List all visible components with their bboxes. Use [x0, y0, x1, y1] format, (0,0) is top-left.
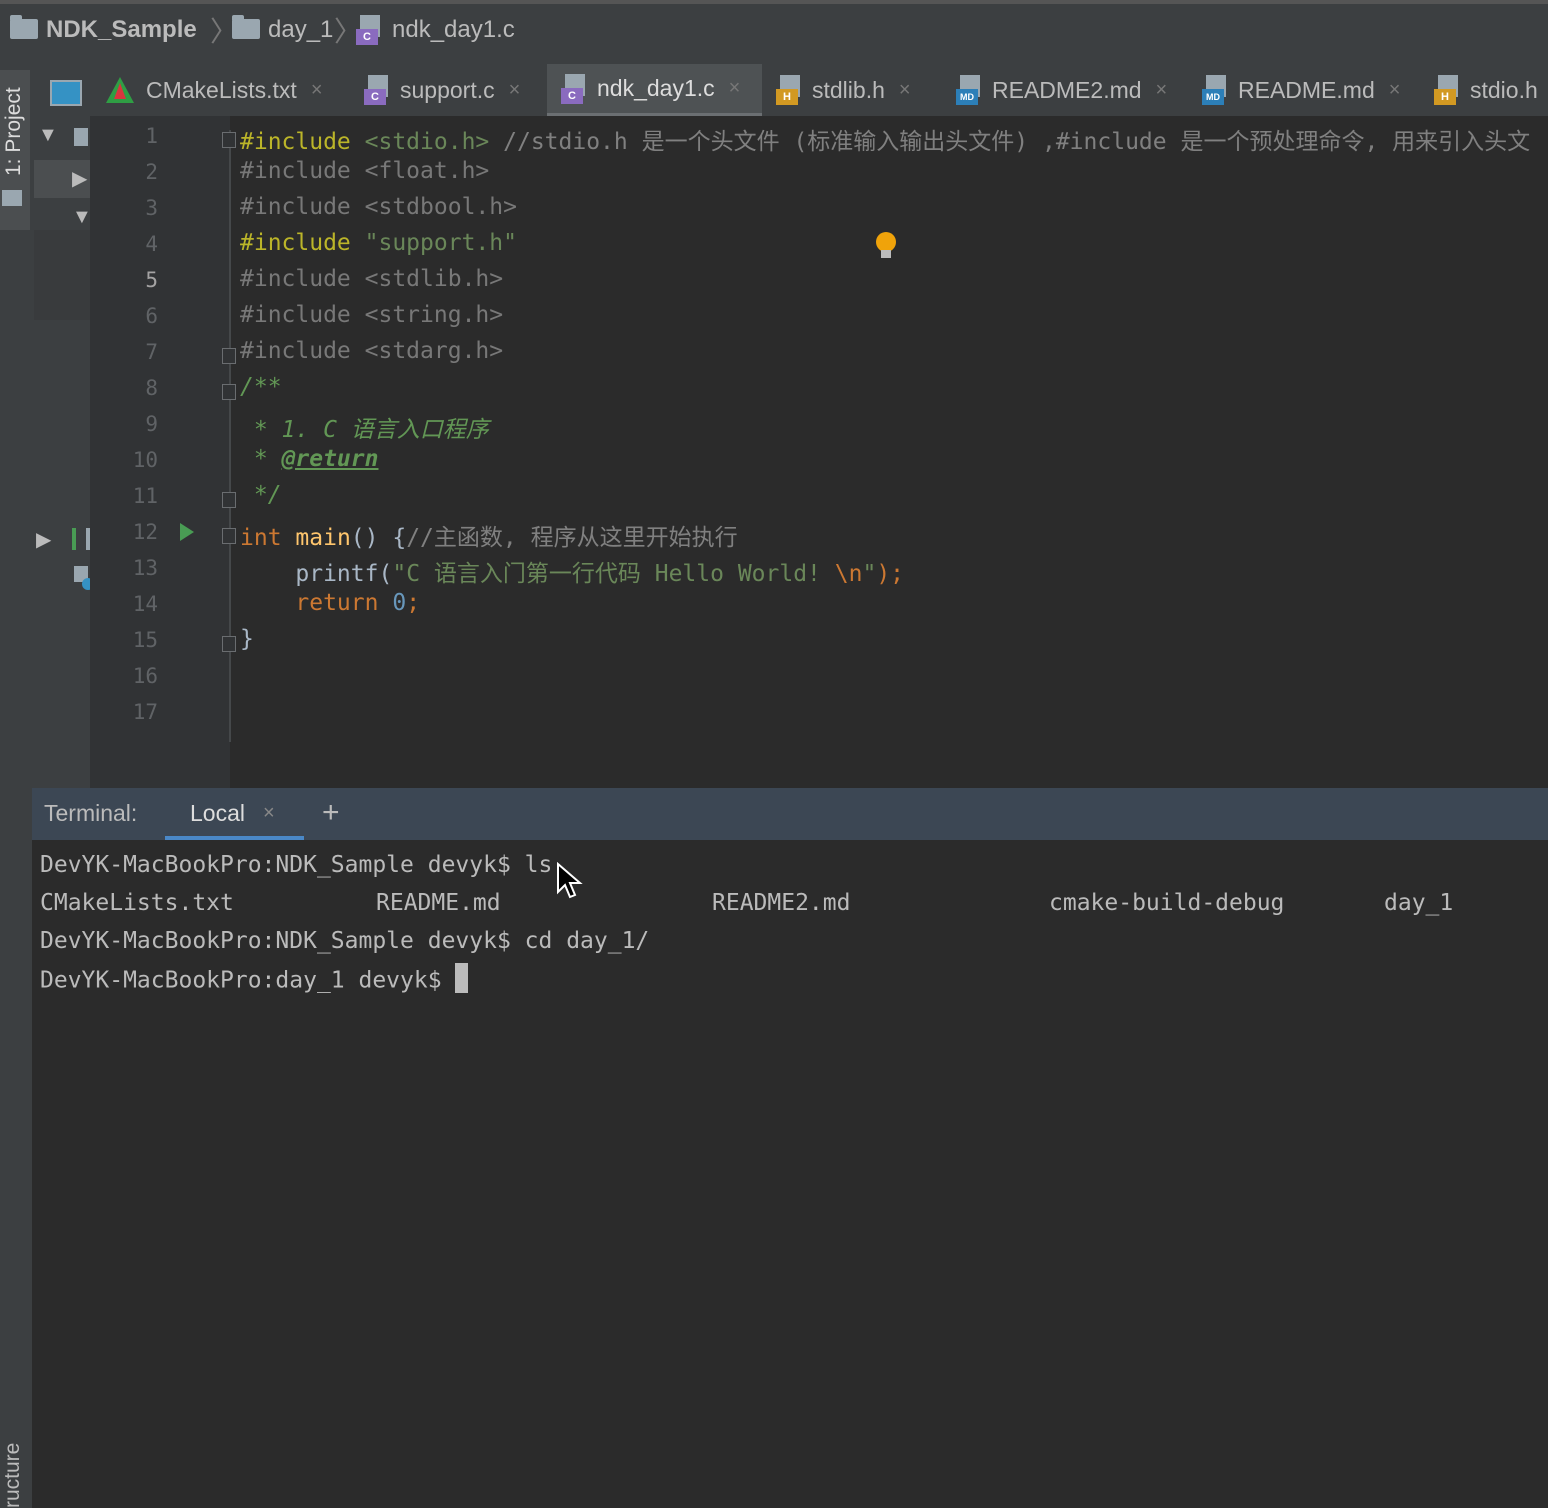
collapsed-arrow-icon[interactable]: ▶ — [72, 166, 87, 191]
md-file-icon: MD — [956, 75, 986, 105]
code-line-2: #include <float.h> — [240, 158, 490, 184]
terminal-title: Terminal: — [44, 800, 138, 826]
folder-icon — [2, 190, 22, 206]
line-number: 9 — [145, 412, 158, 436]
code-line-14: return 0; — [295, 590, 421, 616]
line-number: 11 — [132, 484, 158, 508]
code-line-13: printf("C 语言入门第一行代码 Hello World! \n"); — [295, 561, 905, 587]
line-number: 15 — [132, 628, 158, 652]
tab-support-c[interactable]: C support.c × — [364, 64, 540, 116]
line-number-current: 5 — [145, 268, 158, 292]
tab-stdlib-h[interactable]: H stdlib.h × — [776, 64, 946, 116]
line-number: 4 — [145, 232, 158, 256]
line-number: 13 — [132, 556, 158, 580]
terminal-line: DevYK-MacBookPro:NDK_Sample devyk$ ls — [40, 852, 553, 878]
code-line-10: * @return — [240, 446, 379, 472]
folder-icon — [10, 15, 38, 39]
fold-marker-icon[interactable] — [222, 636, 236, 652]
text-cursor — [455, 963, 469, 993]
c-file-icon: C — [364, 75, 394, 105]
c-file-icon: C — [356, 15, 386, 45]
terminal-line: DevYK-MacBookPro:NDK_Sample devyk$ cd da… — [40, 928, 650, 954]
ls-output-item: cmake-build-debug — [1049, 890, 1285, 916]
h-file-icon: H — [1434, 75, 1464, 105]
breadcrumb-project[interactable]: NDK_Sample — [10, 0, 197, 60]
ls-output-item: README2.md — [712, 890, 851, 916]
close-icon[interactable]: × — [1389, 79, 1401, 102]
run-arrow-icon[interactable]: ▶ — [36, 527, 51, 552]
close-icon[interactable]: × — [1156, 79, 1168, 102]
tab-readme-md[interactable]: MD README.md × — [1202, 64, 1412, 116]
breadcrumb-folder[interactable]: day_1 — [232, 0, 333, 60]
line-number: 3 — [145, 196, 158, 220]
breadcrumb-file[interactable]: C ndk_day1.c — [356, 0, 515, 60]
close-icon[interactable]: × — [729, 77, 741, 100]
project-tab-label: 1: Project — [2, 87, 25, 176]
run-main-icon[interactable] — [180, 523, 194, 541]
tab-ndk-day1-c[interactable]: C ndk_day1.c × — [547, 64, 762, 116]
line-number: 1 — [145, 124, 158, 148]
tab-stdio-h[interactable]: H stdio.h — [1434, 64, 1548, 116]
fold-marker-icon[interactable] — [222, 348, 236, 364]
folder-icon — [232, 15, 260, 39]
line-number: 16 — [132, 664, 158, 688]
code-line-4: #include "support.h" — [240, 230, 517, 256]
line-number: 8 — [145, 376, 158, 400]
line-number: 17 — [132, 700, 158, 724]
tab-readme2-md[interactable]: MD README2.md × — [956, 64, 1178, 116]
line-number: 12 — [132, 520, 158, 544]
lightbulb-icon[interactable] — [876, 232, 896, 258]
fold-marker-icon[interactable] — [222, 492, 236, 508]
code-line-3: #include <stdbool.h> — [240, 194, 517, 220]
c-file-icon: C — [561, 73, 591, 104]
terminal-tab-local[interactable]: Local × — [165, 788, 304, 840]
run-config-icon[interactable] — [72, 528, 90, 550]
fold-marker-icon[interactable] — [222, 384, 236, 400]
line-number: 10 — [132, 448, 158, 472]
left-tool-strip — [0, 64, 33, 1508]
fold-marker-icon[interactable] — [222, 132, 236, 148]
cmake-icon — [106, 77, 134, 103]
line-number: 2 — [145, 160, 158, 184]
terminal-tab-label: Local — [190, 800, 245, 826]
mouse-pointer-icon — [557, 862, 583, 899]
ls-output-item: README.md — [376, 890, 501, 916]
ls-output-item: CMakeLists.txt — [40, 890, 234, 916]
code-line-8: /** — [240, 374, 282, 400]
expand-arrow-icon[interactable]: ▼ — [38, 124, 58, 147]
file-icon — [74, 128, 88, 146]
fold-marker-icon[interactable] — [222, 528, 236, 544]
h-file-icon: H — [776, 75, 806, 105]
code-line-9: * 1. C 语言入口程序 — [240, 417, 489, 443]
md-file-icon: MD — [1202, 75, 1232, 105]
expand-arrow-icon[interactable]: ▼ — [72, 206, 92, 229]
code-line-5: #include <stdlib.h> — [240, 266, 504, 292]
project-tool-tab[interactable]: 1: Project — [0, 70, 30, 230]
code-line-7: #include <stdarg.h> — [240, 338, 504, 364]
close-icon[interactable]: × — [311, 79, 323, 102]
terminal-prompt[interactable]: DevYK-MacBookPro:day_1 devyk$ — [40, 963, 469, 996]
ls-output-item: day_1 — [1384, 890, 1454, 916]
structure-tool-tab[interactable]: ructure — [1, 1443, 25, 1508]
code-line-6: #include <string.h> — [240, 302, 504, 328]
line-number: 7 — [145, 340, 158, 364]
code-line-1: #include <stdio.h> //stdio.h 是一个头文件 (标准输… — [240, 129, 1531, 155]
code-line-11: */ — [240, 482, 282, 508]
add-terminal-button[interactable]: + — [322, 796, 340, 830]
tab-cmakelists[interactable]: CMakeLists.txt × — [106, 64, 346, 116]
close-icon[interactable]: × — [899, 79, 911, 102]
line-number: 14 — [132, 592, 158, 616]
line-number: 6 — [145, 304, 158, 328]
project-view-icon[interactable] — [50, 80, 82, 106]
code-line-15: } — [240, 626, 254, 652]
code-line-12: int main() {//主函数, 程序从这里开始执行 — [240, 525, 738, 551]
close-icon[interactable]: × — [263, 802, 275, 825]
close-icon[interactable]: × — [509, 79, 521, 102]
